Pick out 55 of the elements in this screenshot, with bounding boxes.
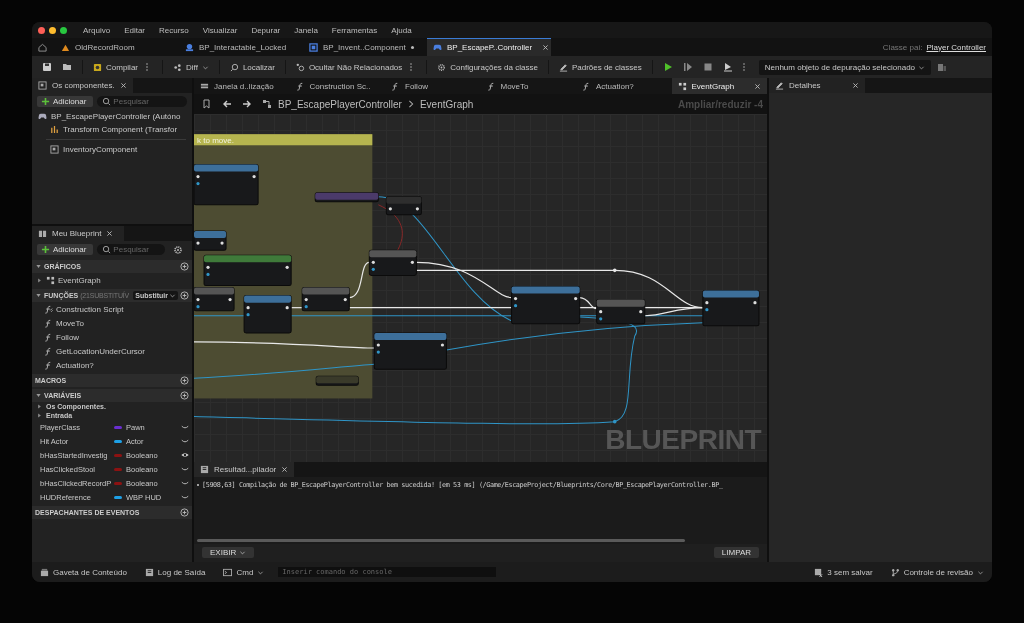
parent-class-link[interactable]: Player Controller: [926, 42, 986, 52]
tree-item[interactable]: Transform Component (Transfor: [32, 123, 192, 136]
graph-tab[interactable]: MoveTo: [480, 78, 576, 94]
panel-tab[interactable]: Resultad...pilador: [194, 462, 295, 477]
search-field[interactable]: Pesquisar: [97, 96, 187, 107]
graph-tab[interactable]: Janela d..lização: [194, 78, 290, 94]
toolbar-button[interactable]: Configurações da classe: [433, 59, 542, 75]
component-item[interactable]: InventoryComponent: [32, 143, 192, 156]
function-item[interactable]: GetLocationUnderCursor: [32, 344, 192, 358]
panel-tab[interactable]: Meu Blueprint: [32, 226, 124, 241]
graph-tab[interactable]: Actuation?: [576, 78, 672, 94]
document-tab[interactable]: BP_Invent..Component: [303, 38, 427, 56]
toolbar-button[interactable]: Localizar: [225, 59, 279, 75]
source-control-button[interactable]: Controle de revisão: [886, 567, 988, 577]
function-item[interactable]: MoveTo: [32, 316, 192, 330]
toolbar-button[interactable]: Padrões de classes: [554, 59, 646, 75]
function-item[interactable]: Actuation?: [32, 358, 192, 372]
unsaved-button[interactable]: 3 sem salvar: [810, 567, 877, 577]
document-tab[interactable]: BP_EscapeP..Controller: [427, 38, 551, 56]
add-button[interactable]: Adicionar: [37, 244, 94, 255]
content-drawer-button[interactable]: Gaveta de Conteúdo: [36, 567, 131, 577]
document-tab[interactable]: BP_Interactable_Locked: [179, 38, 303, 56]
search-field[interactable]: Pesquisar: [97, 244, 165, 255]
breadcrumb-item[interactable]: EventGraph: [419, 98, 474, 110]
graph-item[interactable]: EventGraph: [32, 273, 192, 287]
output-log-button[interactable]: Log de Saída: [140, 567, 210, 577]
comment-title: k to move.: [197, 135, 234, 145]
function-item[interactable]: Follow: [32, 330, 192, 344]
parent-class-label: Classe pai:: [882, 42, 923, 52]
tree-item[interactable]: BP_EscapePlayerController (Autóno: [32, 110, 192, 123]
menu-item[interactable]: Recurso: [159, 25, 189, 35]
clear-button[interactable]: LIMPAR: [713, 547, 759, 558]
function-item[interactable]: Construction Script: [32, 302, 192, 316]
graph-tab[interactable]: Follow: [385, 78, 481, 94]
menu-item[interactable]: Editar: [124, 25, 146, 35]
filter-dropdown[interactable]: EXIBIR: [202, 547, 255, 558]
breadcrumb-item[interactable]: BP_EscapePlayerController: [278, 98, 402, 110]
menu-item[interactable]: Depurar: [251, 25, 281, 35]
menu-item[interactable]: Visualizar: [202, 25, 238, 35]
panel-tab[interactable]: Os componentes.: [32, 78, 133, 93]
add-button[interactable]: Adicionar: [37, 96, 94, 107]
panel-tab[interactable]: Detalhes: [769, 78, 865, 93]
menu-item[interactable]: Janela: [294, 25, 318, 35]
cmd-dropdown[interactable]: Cmd: [219, 567, 269, 577]
debug-object-dropdown[interactable]: Nenhum objeto de depuração selecionado: [758, 59, 932, 75]
menu-item[interactable]: Ajuda: [391, 25, 412, 35]
menu-item[interactable]: Arquivo: [83, 25, 111, 35]
zoom-level: Ampliar/reduzir -4: [677, 98, 763, 110]
toolbar-button[interactable]: Ocultar Não Relacionados: [291, 59, 421, 75]
graph-tab[interactable]: EventGraph: [671, 78, 767, 94]
graph-tab[interactable]: Construction Sc..: [289, 78, 385, 94]
toolbar-button[interactable]: Diff: [169, 59, 213, 75]
menu-item[interactable]: Ferramentas: [331, 25, 378, 35]
document-tab[interactable]: OldRecordRoom: [55, 38, 179, 56]
toolbar-button[interactable]: Compilar: [89, 59, 156, 75]
